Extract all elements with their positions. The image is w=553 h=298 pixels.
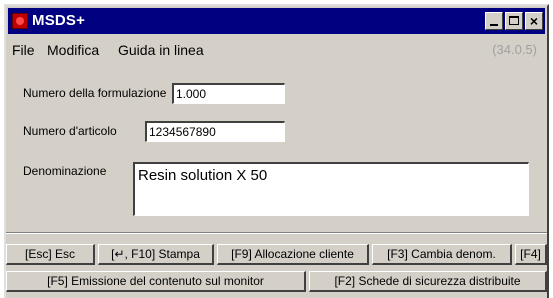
menu-file[interactable]: File	[12, 42, 35, 58]
window-title: MSDS+	[32, 12, 86, 29]
version-code: (34.0.5)	[492, 42, 537, 57]
window-controls: ×	[483, 12, 543, 30]
f4-button[interactable]: [F4]	[515, 244, 547, 265]
maximize-icon[interactable]	[505, 12, 523, 30]
menu-guida-in-linea[interactable]: Guida in linea	[118, 42, 204, 58]
application-window: MSDS+ × File Modifica Guida in linea (34…	[4, 4, 549, 298]
denomination-field[interactable]: Resin solution X 50	[133, 162, 529, 216]
article-label: Numero d'articolo	[23, 124, 117, 138]
menu-modifica[interactable]: Modifica	[47, 42, 99, 58]
monitor-output-button[interactable]: [F5] Emissione del contenuto sul monitor	[6, 271, 306, 292]
close-icon[interactable]: ×	[525, 12, 543, 30]
menu-bar: File Modifica Guida in linea (34.0.5)	[10, 39, 543, 61]
minimize-icon[interactable]	[485, 12, 503, 30]
formulation-number-field[interactable]: 1.000	[172, 83, 285, 104]
separator	[6, 232, 547, 234]
article-number-field[interactable]: 1234567890	[145, 121, 285, 142]
distributed-safety-sheets-button[interactable]: [F2] Schede di sicurezza distribuite	[309, 271, 547, 292]
customer-allocation-button[interactable]: [F9] Allocazione cliente	[217, 244, 369, 265]
print-button[interactable]: [↵, F10] Stampa	[98, 244, 214, 265]
change-denomination-button[interactable]: [F3] Cambia denom.	[372, 244, 512, 265]
esc-button[interactable]: [Esc] Esc	[6, 244, 95, 265]
formulation-label: Numero della formulazione	[23, 86, 167, 100]
title-bar[interactable]: MSDS+ ×	[8, 8, 545, 34]
denomination-label: Denominazione	[23, 164, 107, 178]
msds-app-icon[interactable]	[12, 13, 28, 29]
